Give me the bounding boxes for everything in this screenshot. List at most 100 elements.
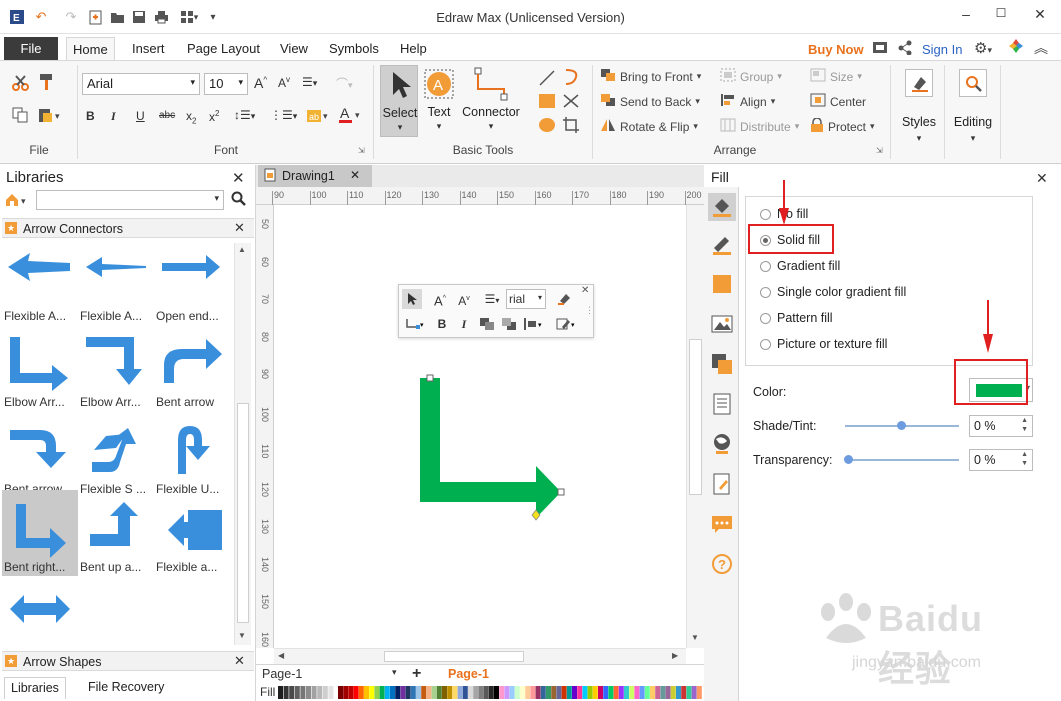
rectangle-tool-icon[interactable] (538, 93, 556, 112)
superscript-icon[interactable]: x2 (209, 109, 219, 124)
image-icon[interactable] (711, 313, 733, 335)
shade-tint-spinner[interactable]: 0 % ▲ ▼ (969, 415, 1033, 437)
palette-swatch[interactable] (546, 686, 551, 699)
palette-swatch[interactable] (608, 686, 614, 699)
palette-swatch[interactable] (369, 686, 375, 699)
library-section-arrow-connectors[interactable]: ★ Arrow Connectors ✕ (2, 218, 254, 238)
tab-view[interactable]: View (274, 37, 314, 60)
palette-swatch[interactable] (452, 686, 458, 699)
text-align-icon[interactable]: ☰▾ (302, 75, 317, 89)
palette-swatch[interactable] (405, 686, 411, 699)
close-fill-panel-icon[interactable]: ✕ (1036, 170, 1048, 187)
canvas-hscroll-thumb[interactable] (384, 651, 524, 662)
palette-swatch[interactable] (634, 686, 640, 699)
palette-swatch[interactable] (582, 686, 588, 699)
palette-swatch[interactable] (572, 686, 577, 699)
palette-swatch[interactable] (436, 686, 442, 699)
palette-swatch[interactable] (665, 686, 671, 699)
mini-italic-icon[interactable]: I (454, 314, 474, 334)
palette-swatch[interactable] (551, 686, 557, 699)
canvas-horizontal-scrollbar[interactable]: ◀ ▶ (274, 648, 686, 664)
palette-swatch[interactable] (686, 686, 692, 699)
palette-swatch[interactable] (374, 686, 380, 699)
palette-swatch[interactable] (613, 686, 619, 699)
radio-pattern-fill[interactable]: Pattern fill (760, 311, 833, 325)
skin-icon[interactable] (1008, 38, 1024, 57)
palette-swatch[interactable] (473, 686, 479, 699)
mini-shrink-font-icon[interactable]: Av (454, 289, 474, 309)
palette-swatch[interactable] (598, 686, 603, 699)
palette-swatch[interactable] (426, 686, 432, 699)
transparency-slider[interactable] (845, 459, 959, 461)
tab-help[interactable]: Help (394, 37, 433, 60)
text-tool-button[interactable]: A Text ▾ (422, 65, 456, 137)
palette-swatch[interactable] (509, 686, 515, 699)
palette-swatch[interactable] (499, 686, 505, 699)
mini-select-icon[interactable] (402, 289, 422, 309)
close-libraries-icon[interactable]: ✕ (232, 169, 245, 187)
palette-swatch[interactable] (483, 686, 489, 699)
color-swatches[interactable] (278, 686, 704, 699)
palette-swatch[interactable] (587, 686, 593, 699)
transparency-spinner[interactable]: 0 % ▲ ▼ (969, 449, 1033, 471)
palette-swatch[interactable] (603, 686, 609, 699)
crop-tool-icon[interactable] (562, 116, 580, 137)
close-section-icon[interactable]: ✕ (234, 653, 245, 669)
mini-send-back-icon[interactable] (499, 314, 519, 334)
scroll-right-icon[interactable]: ▶ (672, 651, 678, 660)
palette-swatch[interactable] (442, 686, 447, 699)
line-tool-icon[interactable] (538, 69, 556, 90)
close-section-icon[interactable]: ✕ (234, 220, 245, 236)
radio-gradient-fill[interactable]: Gradient fill (760, 259, 840, 273)
strikethrough-icon[interactable]: abc (159, 110, 175, 121)
palette-swatch[interactable] (530, 686, 536, 699)
palette-swatch[interactable] (278, 686, 283, 699)
cart-icon[interactable] (872, 40, 888, 58)
bold-icon[interactable]: B (86, 109, 95, 123)
font-color-icon[interactable]: A ▾ (338, 105, 362, 127)
tab-symbols[interactable]: Symbols (323, 37, 385, 60)
mini-grow-font-icon[interactable]: A^ (430, 289, 450, 309)
styles-button[interactable]: Styles ▾ (898, 67, 940, 151)
palette-swatch[interactable] (566, 686, 572, 699)
palette-swatch[interactable] (577, 686, 583, 699)
close-window-icon[interactable]: ✕ (1030, 6, 1050, 24)
palette-swatch[interactable] (317, 686, 323, 699)
palette-swatch[interactable] (520, 686, 525, 699)
mini-format-painter-icon[interactable] (554, 289, 574, 309)
scroll-down-icon[interactable]: ▼ (238, 631, 246, 640)
palette-swatch[interactable] (655, 686, 661, 699)
ellipse-tool-icon[interactable] (538, 117, 556, 136)
palette-swatch[interactable] (457, 686, 463, 699)
add-page-icon[interactable]: + (412, 665, 421, 683)
palette-swatch[interactable] (431, 686, 437, 699)
canvas-vertical-scrollbar[interactable]: ▼ (686, 205, 704, 648)
shade-tint-slider-knob[interactable] (897, 421, 906, 430)
palette-swatch[interactable] (294, 686, 300, 699)
palette-swatch[interactable] (447, 686, 453, 699)
mini-connector-icon[interactable]: ▾ (402, 314, 428, 334)
palette-swatch[interactable] (478, 686, 484, 699)
palette-swatch[interactable] (629, 686, 635, 699)
palette-swatch[interactable] (306, 686, 311, 699)
align-button[interactable]: Align ▾ (720, 93, 775, 110)
canvas-vscroll-thumb[interactable] (689, 339, 702, 495)
palette-swatch[interactable] (488, 686, 494, 699)
mini-align-icon[interactable]: ☰▾ (479, 289, 505, 309)
mini-bring-front-icon[interactable] (477, 314, 497, 334)
editing-button[interactable]: Editing ▾ (950, 67, 996, 151)
shape-flexible-arrow-2[interactable]: Flexible A... (78, 243, 154, 329)
palette-swatch[interactable] (691, 686, 697, 699)
line-style-icon[interactable] (711, 233, 733, 255)
font-name-select[interactable]: Arial ▾ (82, 73, 200, 95)
sign-in-link[interactable]: Sign In (922, 42, 962, 57)
mini-toolbar-grip-icon[interactable]: ⋮ (585, 305, 594, 316)
shape-bent-up-arrow[interactable]: Bent up a... (78, 490, 154, 576)
mini-edit-style-icon[interactable]: ▾ (554, 314, 580, 334)
bring-to-front-button[interactable]: Bring to Front ▾ (600, 68, 701, 85)
bullets-icon[interactable]: ⋮☰▾ (270, 108, 297, 122)
palette-swatch[interactable] (289, 686, 295, 699)
distribute-button[interactable]: Distribute ▾ (720, 118, 799, 135)
globe-icon[interactable] (711, 433, 733, 455)
palette-swatch[interactable] (364, 686, 369, 699)
